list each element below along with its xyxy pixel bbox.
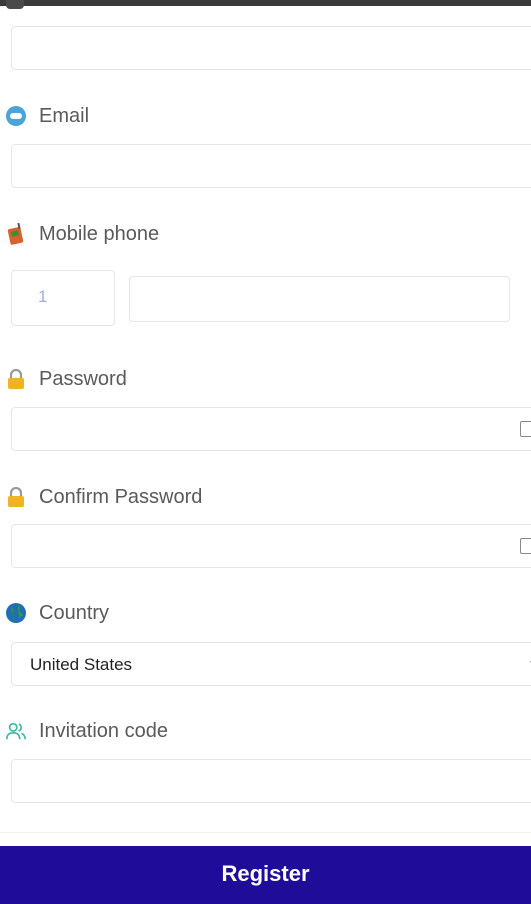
invitation-label-row: Invitation code [5,718,168,744]
email-label-row: Email [5,103,89,129]
divider [0,832,531,833]
country-code-field[interactable]: 1 [11,270,115,326]
cut-off-icon [6,0,24,9]
lock-icon [5,368,27,390]
invitation-code-label: Invitation code [39,719,168,742]
country-selected-value: United States [30,655,133,674]
show-confirm-password-checkbox[interactable] [520,538,531,554]
confirm-password-label: Confirm Password [39,485,203,508]
password-label-row: Password [5,366,127,392]
register-button[interactable]: Register [0,846,531,904]
confirm-password-field[interactable] [11,524,531,568]
country-label: Country [39,601,110,624]
mobile-phone-label-row: Mobile phone [5,221,159,247]
lock-icon [5,486,27,508]
country-select[interactable]: United States [11,642,531,686]
invitation-code-field[interactable] [11,759,531,803]
password-label: Password [39,367,127,390]
confirm-password-label-row: Confirm Password [5,484,202,510]
country-code-value: 1 [38,287,48,306]
top-bar [0,0,531,6]
show-password-checkbox[interactable] [520,421,531,437]
email-field[interactable] [11,144,531,188]
globe-icon [5,602,27,624]
users-icon [5,720,27,742]
mobile-phone-label: Mobile phone [39,222,160,245]
email-icon [5,105,27,127]
top-input-field[interactable] [11,26,531,70]
phone-number-field[interactable] [129,276,510,322]
email-label: Email [39,104,90,127]
mobile-phone-icon [5,223,27,245]
country-label-row: Country [5,600,109,626]
password-field[interactable] [11,407,531,451]
